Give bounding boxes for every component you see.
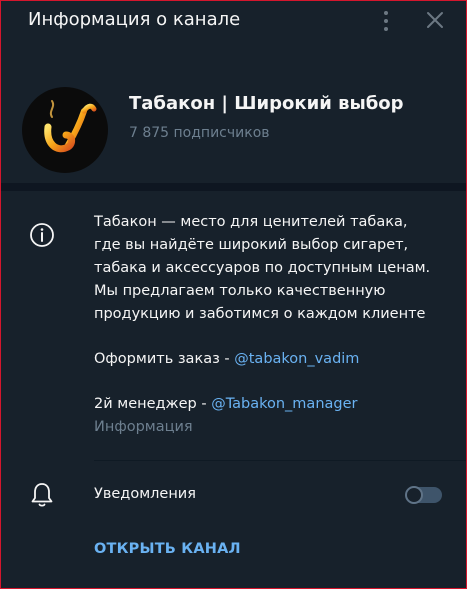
description-line: табака и аксессуаров по доступным ценам. (94, 260, 431, 276)
description-label: Информация (94, 419, 193, 435)
row-separator (94, 460, 466, 461)
manager-username-link[interactable]: @Tabakon_manager (211, 396, 357, 412)
channel-avatar[interactable] (22, 87, 108, 173)
panel-title: Информация о канале (28, 9, 241, 30)
manager-prefix: 2й менеджер - (94, 396, 212, 412)
bell-icon (30, 481, 54, 509)
menu-dot (384, 27, 388, 31)
panel-header: Информация о канале (1, 1, 466, 41)
pipe-logo-icon (41, 100, 97, 153)
order-username-link[interactable]: @tabakon_vadim (234, 351, 359, 367)
close-icon[interactable] (422, 7, 448, 33)
kebab-menu-icon[interactable] (378, 9, 394, 33)
info-icon (29, 222, 55, 248)
menu-dot (384, 11, 388, 15)
channel-info-panel: Информация о канале Табакон | Широкий вы… (0, 0, 467, 589)
order-line: Оформить заказ - @tabakon_vadim (94, 348, 444, 371)
subscriber-count: 7 875 подписчиков (129, 125, 270, 141)
notifications-toggle[interactable] (405, 486, 442, 504)
notifications-label: Уведомления (94, 486, 196, 502)
channel-name: Табакон | Широкий выбор (129, 93, 404, 114)
description-line: Табакон — место для ценителей табака, (94, 214, 408, 230)
description-line: где вы найдёте широкий выбор сигарет, (94, 237, 409, 253)
menu-dot (384, 19, 388, 23)
description-line: Мы предлагаем только качественную (94, 283, 386, 299)
toggle-knob (405, 486, 423, 504)
manager-line: 2й менеджер - @Tabakon_manager (94, 393, 444, 416)
section-divider (1, 183, 466, 191)
open-channel-button[interactable]: ОТКРЫТЬ КАНАЛ (94, 541, 241, 557)
description-line: продукцию и заботимся о каждом клиенте (94, 306, 426, 322)
channel-description: Табакон — место для ценителей табака, гд… (94, 211, 444, 439)
order-prefix: Оформить заказ - (94, 351, 235, 367)
channel-profile: Табакон | Широкий выбор 7 875 подписчико… (1, 71, 466, 173)
